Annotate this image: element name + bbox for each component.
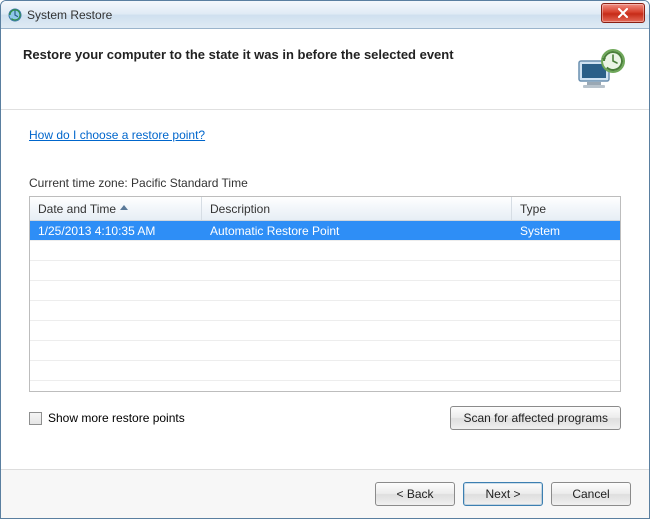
sort-ascending-icon (120, 205, 128, 210)
column-label: Type (520, 202, 546, 216)
next-button[interactable]: Next > (463, 482, 543, 506)
table-row-empty (30, 281, 620, 301)
table-row-empty (30, 361, 620, 381)
table-row-empty (30, 261, 620, 281)
back-button[interactable]: < Back (375, 482, 455, 506)
system-restore-window: System Restore Restore your computer to … (0, 0, 650, 519)
titlebar[interactable]: System Restore (1, 1, 649, 29)
wizard-footer: < Back Next > Cancel (1, 469, 649, 518)
scan-affected-programs-button[interactable]: Scan for affected programs (450, 406, 621, 430)
body: How do I choose a restore point? Current… (1, 110, 649, 469)
restore-point-icon (573, 47, 627, 93)
table-row-empty (30, 341, 620, 361)
checkbox-label: Show more restore points (48, 411, 185, 425)
table-row-empty (30, 321, 620, 341)
restore-points-table: Date and Time Description Type 1/25/2013… (29, 196, 621, 392)
window-title: System Restore (27, 8, 112, 22)
cell-date: 1/25/2013 4:10:35 AM (30, 221, 202, 240)
close-button[interactable] (601, 3, 645, 23)
cell-description: Automatic Restore Point (202, 221, 512, 240)
column-description[interactable]: Description (202, 197, 512, 220)
table-row-empty (30, 301, 620, 321)
column-date-time[interactable]: Date and Time (30, 197, 202, 220)
timezone-label: Current time zone: Pacific Standard Time (29, 176, 621, 190)
column-type[interactable]: Type (512, 197, 620, 220)
show-more-checkbox[interactable]: Show more restore points (29, 411, 185, 425)
system-restore-icon (7, 7, 23, 23)
cancel-button[interactable]: Cancel (551, 482, 631, 506)
checkbox-icon (29, 412, 42, 425)
table-row-empty (30, 241, 620, 261)
table-row[interactable]: 1/25/2013 4:10:35 AM Automatic Restore P… (30, 221, 620, 241)
column-label: Description (210, 202, 270, 216)
content-area: Restore your computer to the state it wa… (1, 29, 649, 518)
column-label: Date and Time (38, 202, 116, 216)
cell-type: System (512, 221, 620, 240)
page-heading: Restore your computer to the state it wa… (23, 47, 454, 62)
below-table-row: Show more restore points Scan for affect… (29, 406, 621, 430)
table-body: 1/25/2013 4:10:35 AM Automatic Restore P… (30, 221, 620, 381)
help-link[interactable]: How do I choose a restore point? (29, 128, 621, 142)
table-header: Date and Time Description Type (30, 197, 620, 221)
header-strip: Restore your computer to the state it wa… (1, 29, 649, 110)
